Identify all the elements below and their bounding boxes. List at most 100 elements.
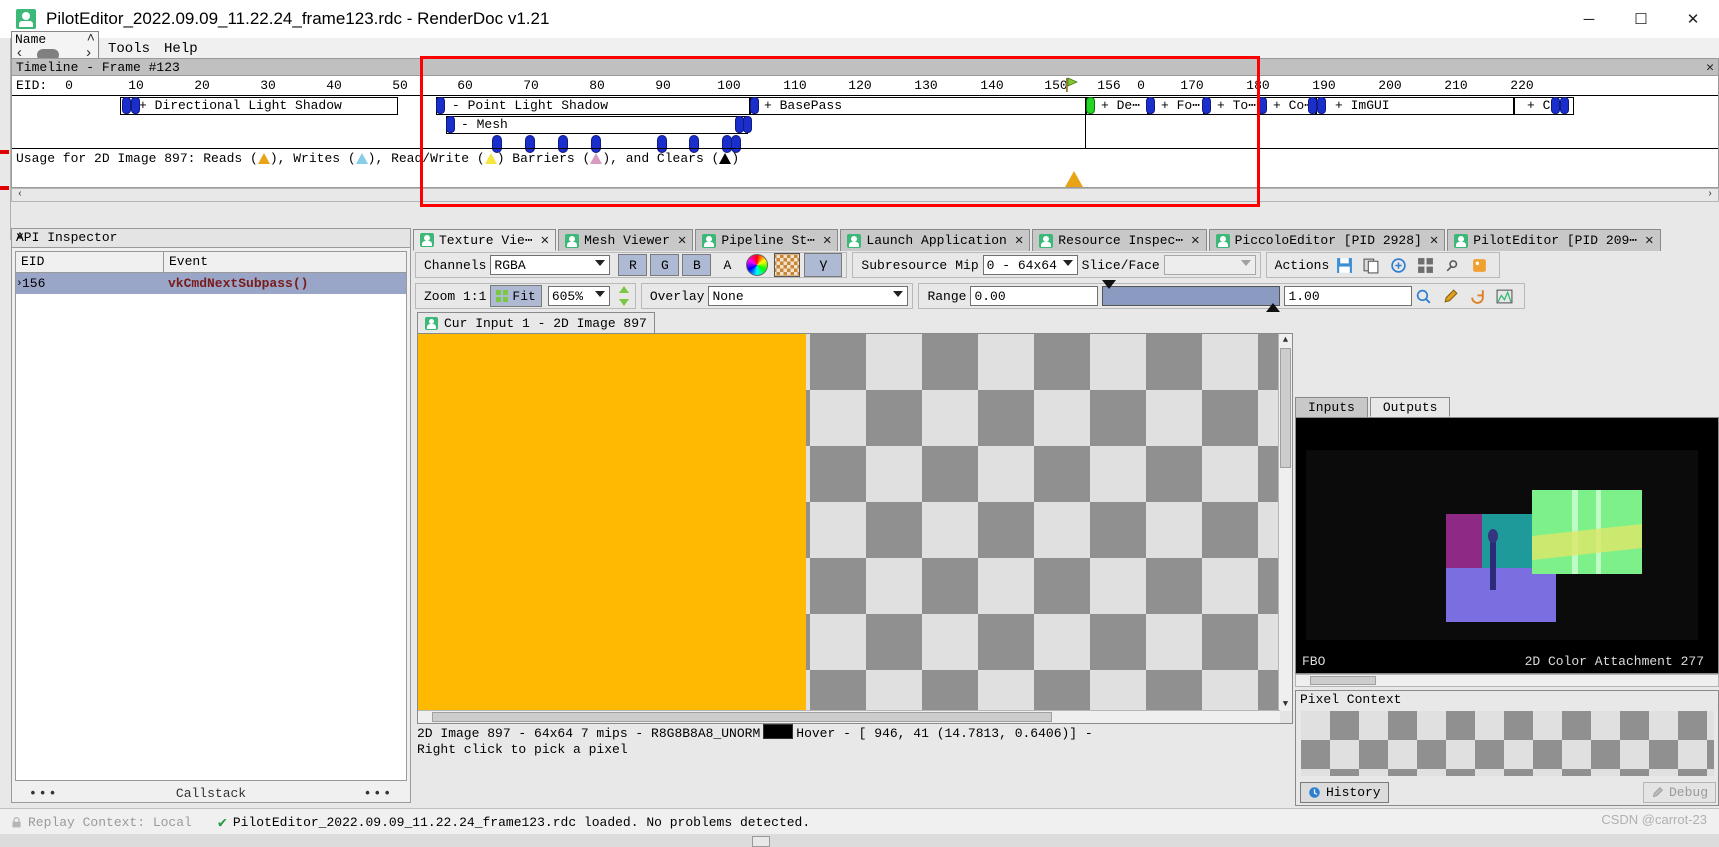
tab-texture-viewer[interactable]: Texture Vie⋯ ✕ xyxy=(413,229,557,251)
api-inspector-close-icon[interactable]: ✕ xyxy=(16,229,405,244)
api-callstack-bar[interactable]: ••• Callstack ••• xyxy=(15,785,407,802)
tab-mesh-viewer[interactable]: Mesh Viewer ✕ xyxy=(558,229,694,251)
vertical-scroll-thumb[interactable] xyxy=(1280,348,1291,468)
color-wheel-icon[interactable] xyxy=(746,254,769,276)
copy-icon[interactable] xyxy=(1360,254,1382,276)
output-preview[interactable]: FBO 2D Color Attachment 277 xyxy=(1295,417,1719,674)
usage-text-clears: ), and Clears ( xyxy=(602,151,720,166)
channel-green-button[interactable]: G xyxy=(650,254,680,276)
timeline-segment-basepass[interactable]: + BasePass xyxy=(750,97,1086,115)
tab-close-icon[interactable]: ✕ xyxy=(678,232,686,249)
api-inspector-grid[interactable]: EID Event › 156 vkCmdNextSubpass() xyxy=(15,251,407,781)
timeline-body[interactable]: EID: 0 10 20 30 40 50 60 70 80 90 100 11… xyxy=(11,76,1719,188)
usage-text-writes: ), Writes ( xyxy=(269,151,356,166)
scroll-left-arrow-icon[interactable]: ‹ xyxy=(13,189,27,201)
grid-view-icon[interactable] xyxy=(1414,254,1436,276)
range-slider[interactable] xyxy=(1102,280,1281,312)
tab-piloteditor[interactable]: PilotEditor [PID 209⋯ ✕ xyxy=(1447,229,1661,251)
taskbar-item[interactable] xyxy=(752,836,770,847)
close-button[interactable]: ✕ xyxy=(1667,0,1719,38)
texture-subtab-cur-input-1[interactable]: Cur Input 1 - 2D Image 897 xyxy=(417,312,655,333)
timeline-segment-directional-light-shadow[interactable]: + Directional Light Shadow xyxy=(120,97,398,115)
texture-horizontal-scrollbar[interactable] xyxy=(418,710,1280,723)
timeline-segment-mesh[interactable]: - Mesh xyxy=(446,116,748,134)
mip-label: Mip xyxy=(955,257,979,273)
checkerboard-background-button[interactable] xyxy=(774,253,801,277)
flag-icon[interactable] xyxy=(1468,254,1490,276)
menu-help[interactable]: Help xyxy=(164,41,198,57)
open-resource-icon[interactable] xyxy=(1387,254,1409,276)
tab-pipeline-state[interactable]: Pipeline St⋯ ✕ xyxy=(695,229,839,251)
tab-close-icon[interactable]: ✕ xyxy=(541,232,549,249)
preview-horizontal-scrollbar[interactable] xyxy=(1295,674,1719,687)
callstack-dots-left[interactable]: ••• xyxy=(29,786,58,801)
timeline-segment-de[interactable]: + De⋯ xyxy=(1086,97,1148,115)
scroll-down-arrow-icon[interactable]: ▼ xyxy=(1279,698,1292,711)
channel-red-button[interactable]: R xyxy=(618,254,648,276)
tab-close-icon[interactable]: ✕ xyxy=(1015,232,1023,249)
zoom-select[interactable]: 605% xyxy=(547,286,610,306)
timeline-segment-to[interactable]: + To⋯ xyxy=(1204,97,1260,115)
channels-select[interactable]: RGBA xyxy=(490,255,611,275)
mip-select[interactable]: 0 - 64x64 xyxy=(982,255,1078,275)
menu-tools[interactable]: Tools xyxy=(108,41,150,57)
tab-close-icon[interactable]: ✕ xyxy=(1191,232,1199,249)
zoom-label[interactable]: Zoom 1:1 xyxy=(424,289,486,304)
pin-icon[interactable] xyxy=(1441,254,1463,276)
timeline-segment-point-light-shadow[interactable]: - Point Light Shadow xyxy=(436,97,750,115)
pick-value-icon[interactable] xyxy=(1439,285,1461,307)
channel-blue-button[interactable]: B xyxy=(682,254,712,276)
timeline-close-icon[interactable]: ✕ xyxy=(1706,60,1714,75)
tick-170: 170 xyxy=(1180,78,1204,93)
fit-button[interactable]: Fit xyxy=(490,285,542,307)
preview-scroll-thumb[interactable] xyxy=(1310,676,1376,685)
range-min-input[interactable]: 0.00 xyxy=(970,286,1099,306)
timeline-ruler[interactable]: EID: 0 10 20 30 40 50 60 70 80 90 100 11… xyxy=(12,76,1718,96)
histogram-icon[interactable] xyxy=(1493,285,1515,307)
row-event-value: vkCmdNextSubpass() xyxy=(168,276,309,291)
tick-220: 220 xyxy=(1510,78,1534,93)
timeline-segment-fo[interactable]: + Fo⋯ xyxy=(1148,97,1204,115)
reset-range-icon[interactable] xyxy=(1466,285,1488,307)
subresource-label: Subresource xyxy=(861,257,948,273)
horizontal-scroll-thumb[interactable] xyxy=(432,712,1052,722)
tab-close-icon[interactable]: ✕ xyxy=(1645,232,1653,249)
tab-launch-application[interactable]: Launch Application ✕ xyxy=(840,229,1031,251)
tab-outputs[interactable]: Outputs xyxy=(1369,397,1451,417)
channel-alpha-button[interactable]: A xyxy=(714,254,740,276)
debug-button[interactable]: Debug xyxy=(1642,781,1716,803)
renderdoc-icon xyxy=(702,233,717,248)
callstack-dots-right[interactable]: ••• xyxy=(364,786,393,801)
tab-resource-inspector[interactable]: Resource Inspec⋯ ✕ xyxy=(1032,229,1207,251)
timeline-horizontal-scrollbar[interactable]: ‹ › xyxy=(11,188,1719,202)
renderdoc-icon xyxy=(420,233,434,247)
table-row[interactable]: › 156 vkCmdNextSubpass() xyxy=(16,273,406,294)
history-button[interactable]: History xyxy=(1300,781,1389,803)
replay-context-item[interactable]: Replay Context: Local xyxy=(10,815,192,830)
main-dock-panel: Texture Vie⋯ ✕ Mesh Viewer ✕ Pipeline St… xyxy=(413,228,1719,806)
tab-close-icon[interactable]: ✕ xyxy=(1430,232,1438,249)
scroll-up-arrow-icon[interactable]: ▲ xyxy=(1279,334,1292,347)
slice-face-select[interactable] xyxy=(1163,255,1256,275)
tab-piccoloeditor[interactable]: PiccoloEditor [PID 2928] ✕ xyxy=(1208,229,1446,251)
auto-fit-range-icon[interactable] xyxy=(1412,285,1434,307)
scroll-right-arrow-icon[interactable]: › xyxy=(1703,189,1717,201)
texture-canvas[interactable]: ▲ ▼ xyxy=(417,333,1293,724)
left-edge-red-marker-bottom xyxy=(0,186,9,190)
channels-group: Channels RGBA R G B A γ xyxy=(415,252,848,278)
tab-inputs[interactable]: Inputs xyxy=(1295,397,1368,417)
usage-event-marker-icon[interactable] xyxy=(1065,171,1083,187)
tick-0: 0 xyxy=(65,78,73,93)
flip-vertical-icon[interactable] xyxy=(617,286,631,306)
range-max-input[interactable]: 1.00 xyxy=(1284,286,1413,306)
expand-chevron-icon[interactable]: › xyxy=(16,278,23,290)
gamma-display-button[interactable]: γ xyxy=(804,253,843,277)
save-icon[interactable] xyxy=(1333,254,1355,276)
overlay-select[interactable]: None xyxy=(708,286,909,306)
minimize-button[interactable]: ─ xyxy=(1563,0,1615,38)
tab-close-icon[interactable]: ✕ xyxy=(823,232,831,249)
timeline-segment-imgui[interactable]: + ImGUI xyxy=(1316,97,1514,115)
channels-label: Channels xyxy=(424,257,487,273)
maximize-button[interactable]: ☐ xyxy=(1615,0,1667,38)
texture-vertical-scrollbar[interactable]: ▲ ▼ xyxy=(1278,334,1292,711)
